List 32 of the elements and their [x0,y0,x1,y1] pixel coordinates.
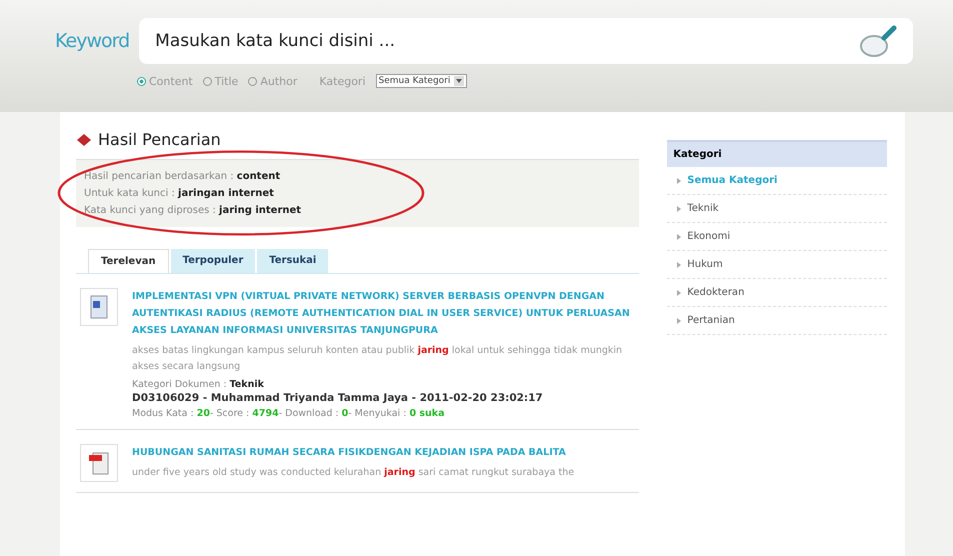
caret-icon [454,76,464,86]
bullet-icon [677,206,682,212]
sidebar-title: Kategori [667,140,887,167]
category-link[interactable]: Kedokteran [687,287,744,298]
result-abstract: under five years old study was conducted kelurahan jaring sari camat rungkut surabaya the [132,466,574,480]
info-text: Untuk kata kunci : jaringan internet [84,187,275,201]
category-link[interactable]: Teknik [687,203,719,214]
document-icon [88,294,110,320]
result-abstract: akses batas lingkungan kampus seluruh konten atau publik jaring lokal untuk sehingga tidak mungkin akses secara langsung [132,344,624,374]
bullet-icon [677,290,682,296]
tab[interactable]: Terpopuler [170,249,256,273]
keyword-label: Keyword [55,30,130,52]
category-label: Kategori [319,74,366,88]
bullet-icon [677,318,682,324]
search-field[interactable]: Masukan kata kunci disini ... [139,18,913,64]
category-link[interactable]: Ekonomi [687,231,730,242]
tab[interactable]: Terelevan [88,249,169,273]
info-text: Kata kunci yang diproses : jaring internet [84,204,302,218]
tab[interactable]: Tersukai [257,249,328,273]
document-category: Kategori Dokumen : Teknik [132,379,265,390]
bullet-icon [677,178,682,184]
info-text: Hasil pencarian berdasarkan : content [84,170,282,184]
search-icon[interactable] [859,24,899,58]
category-link[interactable]: Hukum [687,259,723,270]
author-line: D03106029 - Muhammad Triyanda Tamma Jaya - 2011-02-20 23:02:17 [132,392,544,404]
bullet-icon [677,262,682,268]
stats-line: Modus Kata : 20- Score : 4794- Download : 0- Menyukai : 0 suka [132,408,446,419]
bullet-icon [677,234,682,240]
category-dropdown[interactable]: Semua Kategori [376,74,468,88]
category-link[interactable]: Pertanian [687,315,735,326]
pdf-icon [88,450,110,476]
results-title: Hasil Pencarian [98,130,221,149]
